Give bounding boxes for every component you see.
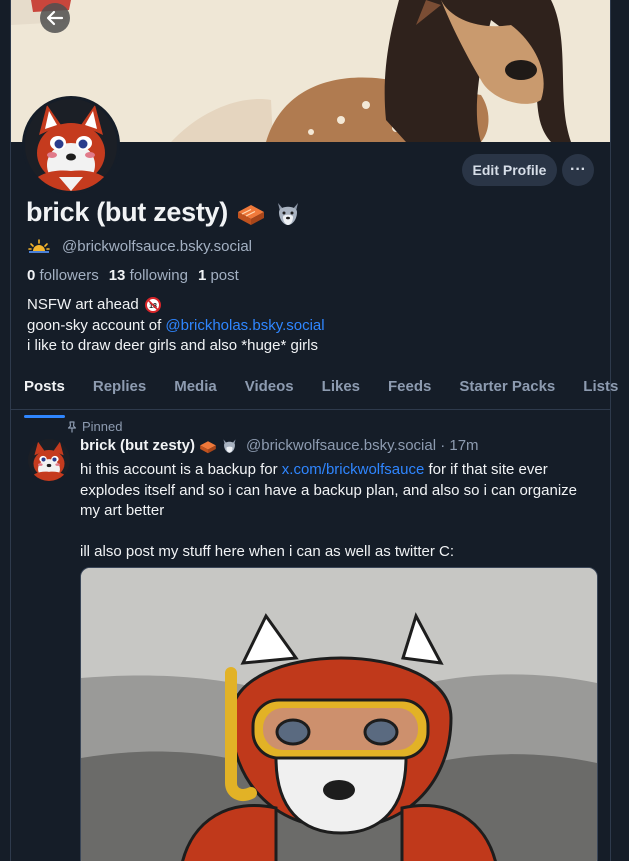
profile-handle[interactable]: @brickwolfsauce.bsky.social (62, 238, 252, 255)
edit-profile-button[interactable]: Edit Profile (462, 154, 557, 186)
brick-emoji-icon (200, 440, 216, 453)
display-name: brick (but zesty) (26, 197, 228, 227)
tab-videos[interactable]: Videos (245, 369, 294, 409)
tab-posts[interactable]: Posts (24, 369, 65, 418)
post-author-name[interactable]: brick (but zesty) (80, 437, 195, 454)
tab-feeds[interactable]: Feeds (388, 369, 431, 409)
more-options-button[interactable]: ··· (562, 154, 594, 186)
post-image[interactable] (80, 567, 598, 861)
post-paragraph-2: ill also post my stuff here when i can a… (80, 542, 455, 560)
no-under-18-icon: 18 (144, 297, 161, 314)
profile-tabs: Posts Replies Media Videos Likes Feeds S… (11, 369, 629, 418)
profile-bio: NSFW art ahead 18 goon-sky account of @b… (27, 295, 325, 357)
post-header: brick (but zesty) @brickwolfsauce.bsky.s… (80, 437, 479, 454)
tab-likes[interactable]: Likes (322, 369, 360, 409)
column-border-right (610, 0, 611, 861)
bio-text: goon-sky account of (27, 316, 166, 334)
post-handle-time[interactable]: @brickwolfsauce.bsky.social · 17m (246, 437, 479, 454)
sunrise-icon (28, 238, 50, 253)
tab-replies[interactable]: Replies (93, 369, 146, 409)
post-paragraph-1: hi this account is a backup for x.com/br… (80, 460, 600, 522)
bio-line-1: NSFW art ahead 18 (27, 295, 325, 316)
post-text: hi this account is a backup for (80, 461, 282, 478)
followers-stat[interactable]: 0 followers (27, 267, 99, 284)
bio-mention-link[interactable]: @brickholas.bsky.social (165, 316, 324, 337)
bio-text: i like to draw deer girls and also *huge… (27, 337, 318, 354)
posts-count: 1 (197, 267, 207, 284)
more-options-icon: ··· (570, 161, 586, 178)
arrow-left-icon (46, 10, 64, 26)
wolf-emoji-icon (223, 439, 236, 453)
posts-label: post (210, 267, 239, 284)
post-body: hi this account is a backup for x.com/br… (80, 460, 600, 562)
post-spacer (80, 522, 600, 542)
profile-avatar[interactable] (22, 96, 120, 194)
pin-icon (67, 420, 77, 432)
bio-text: NSFW art ahead (27, 296, 139, 313)
tabs-divider (11, 409, 610, 410)
pinned-indicator: Pinned (66, 419, 122, 434)
followers-count: 0 (27, 267, 36, 284)
tab-media[interactable]: Media (174, 369, 217, 409)
wolf-emoji-icon (277, 202, 298, 225)
avatar-image (28, 439, 70, 481)
tab-starter-packs[interactable]: Starter Packs (459, 369, 555, 409)
followers-label: followers (39, 267, 99, 284)
brick-emoji-icon (237, 204, 264, 225)
bio-line-3: i like to draw deer girls and also *huge… (27, 336, 325, 357)
post-link[interactable]: x.com/brickwolfsauce (282, 461, 425, 478)
post-artwork (81, 568, 597, 861)
handle-row: @brickwolfsauce.bsky.social (28, 238, 252, 255)
tab-lists[interactable]: Lists (583, 369, 618, 409)
back-button[interactable] (40, 3, 70, 33)
display-name-row: brick (but zesty) (26, 197, 302, 228)
avatar-image (25, 99, 117, 191)
following-stat[interactable]: 13 following (109, 267, 188, 284)
profile-page: Edit Profile ··· brick (but zesty) @bric… (0, 0, 629, 861)
pinned-label: Pinned (82, 419, 123, 434)
following-label: following (129, 267, 188, 284)
following-count: 13 (108, 267, 126, 284)
post-author-avatar[interactable] (28, 439, 70, 481)
profile-stats: 0 followers 13 following 1 post (27, 267, 239, 284)
bio-line-2: goon-sky account of @brickholas.bsky.soc… (27, 316, 325, 337)
posts-stat: 1 post (198, 267, 239, 284)
